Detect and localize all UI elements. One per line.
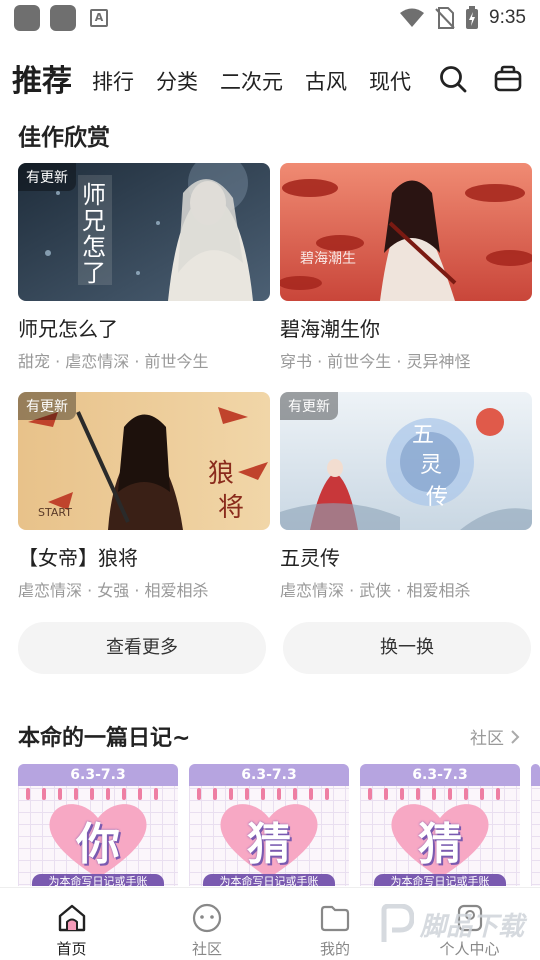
community-icon bbox=[192, 903, 222, 933]
community-link[interactable]: 社区 bbox=[470, 724, 520, 749]
watermark-logo-icon bbox=[381, 904, 414, 942]
binder-rings bbox=[26, 788, 158, 800]
nav-mine-label: 我的 bbox=[319, 940, 350, 958]
book-tags: 穿书 · 前世今生 · 灵异神怪 bbox=[280, 352, 471, 371]
svg-text:传: 传 bbox=[426, 485, 448, 510]
diary-footer: 为本命写日记或手账 bbox=[374, 874, 506, 886]
chevron-right-icon bbox=[511, 729, 520, 744]
svg-text:师: 师 bbox=[82, 181, 106, 209]
diary-date-bar bbox=[531, 764, 540, 786]
watermark-text: 脚品下载 bbox=[420, 911, 525, 942]
home-icon bbox=[58, 904, 85, 932]
tab-recommend[interactable]: 推荐 bbox=[12, 56, 72, 100]
book-card[interactable]: 狼 将 START 有更新 【女帝】狼将 虐恋情深 · 女强 · 相爱相杀 bbox=[18, 392, 270, 601]
diary-date: 6.3-7.3 bbox=[360, 764, 520, 786]
book-title[interactable]: 师兄怎么了 bbox=[18, 313, 270, 342]
tab-ranking[interactable]: 排行 bbox=[92, 66, 134, 96]
book-card[interactable]: 师 兄 怎 了 有更新 师兄怎么了 甜宠 · 虐恋情深 · 前世今生 bbox=[18, 163, 270, 372]
diary-character: 猜 bbox=[418, 819, 462, 870]
binder-rings bbox=[197, 788, 329, 800]
book-title[interactable]: 碧海潮生你 bbox=[280, 313, 532, 342]
diary-date: 6.3-7.3 bbox=[189, 764, 349, 786]
folder-icon bbox=[320, 905, 350, 932]
no-sim-icon bbox=[435, 7, 455, 29]
nav-home-label: 首页 bbox=[56, 940, 87, 958]
tab-anime[interactable]: 二次元 bbox=[220, 66, 283, 96]
app-notification-icon bbox=[50, 5, 76, 31]
svg-text:怎: 怎 bbox=[82, 233, 106, 261]
svg-text:START: START bbox=[38, 506, 72, 519]
nav-community[interactable]: 社区 bbox=[143, 888, 271, 960]
watermark: 脚品下载 bbox=[380, 904, 524, 944]
update-badge: 有更新 bbox=[280, 392, 338, 420]
svg-text:了: 了 bbox=[82, 259, 106, 287]
top-nav: 推荐 排行 分类 二次元 古风 现代 bbox=[0, 52, 540, 104]
nav-community-label: 社区 bbox=[191, 940, 222, 958]
featured-section-title: 佳作欣赏 bbox=[18, 125, 110, 151]
book-cover[interactable]: 碧海潮生 bbox=[280, 163, 532, 301]
wifi-icon bbox=[400, 8, 425, 27]
app-notification-icon bbox=[14, 5, 40, 31]
diary-card[interactable]: 6.3-7.3 猜 为本命写日记或手账 bbox=[360, 764, 520, 886]
battery-charging-icon bbox=[466, 6, 479, 29]
app-a-icon: A bbox=[90, 9, 108, 27]
book-title[interactable]: 【女帝】狼将 bbox=[18, 542, 270, 571]
diary-card-partial[interactable] bbox=[531, 764, 540, 886]
book-cover[interactable]: 五 灵 传 有更新 bbox=[280, 392, 532, 530]
diary-character: 你 bbox=[76, 819, 120, 870]
update-badge: 有更新 bbox=[18, 163, 76, 191]
book-card[interactable]: 碧海潮生 碧海潮生你 穿书 · 前世今生 · 灵异神怪 bbox=[280, 163, 532, 372]
svg-text:五: 五 bbox=[412, 423, 434, 448]
book-cover[interactable]: 师 兄 怎 了 有更新 bbox=[18, 163, 270, 301]
book-cover[interactable]: 狼 将 START 有更新 bbox=[18, 392, 270, 530]
bookshelf-icon[interactable] bbox=[493, 64, 523, 94]
clock: 9:35 bbox=[489, 7, 526, 28]
diary-section-title: 本命的一篇日记~ bbox=[18, 726, 191, 751]
update-badge: 有更新 bbox=[18, 392, 76, 420]
nav-home[interactable]: 首页 bbox=[0, 888, 143, 960]
diary-card[interactable]: 6.3-7.3 猜 为本命写日记或手账 bbox=[189, 764, 349, 886]
tab-ancient[interactable]: 古风 bbox=[305, 66, 347, 96]
cover-illustration: 碧海潮生 bbox=[280, 163, 532, 301]
svg-text:兄: 兄 bbox=[82, 207, 106, 235]
view-more-button[interactable]: 查看更多 bbox=[18, 622, 266, 674]
status-bar: A 9:35 bbox=[0, 0, 540, 36]
book-tags: 虐恋情深 · 武侠 · 相爱相杀 bbox=[280, 581, 471, 600]
diary-card[interactable]: 6.3-7.3 你 为本命写日记或手账 bbox=[18, 764, 178, 886]
community-link-label[interactable]: 社区 bbox=[470, 724, 504, 749]
svg-text:碧海潮生: 碧海潮生 bbox=[300, 251, 356, 267]
book-tags: 甜宠 · 虐恋情深 · 前世今生 bbox=[18, 352, 209, 371]
diary-character: 猜 bbox=[247, 819, 291, 870]
binder-rings bbox=[368, 788, 500, 800]
diary-date: 6.3-7.3 bbox=[18, 764, 178, 786]
book-card[interactable]: 五 灵 传 有更新 五灵传 虐恋情深 · 武侠 · 相爱相杀 bbox=[280, 392, 532, 601]
diary-footer: 为本命写日记或手账 bbox=[32, 874, 164, 886]
svg-text:灵: 灵 bbox=[420, 453, 442, 478]
svg-text:将: 将 bbox=[218, 493, 244, 523]
refresh-button[interactable]: 换一换 bbox=[283, 622, 531, 674]
search-icon[interactable] bbox=[438, 64, 468, 94]
tab-modern[interactable]: 现代 bbox=[369, 66, 411, 96]
book-tags: 虐恋情深 · 女强 · 相爱相杀 bbox=[18, 581, 209, 600]
svg-text:狼: 狼 bbox=[208, 459, 234, 489]
tab-category[interactable]: 分类 bbox=[156, 66, 198, 96]
book-title[interactable]: 五灵传 bbox=[280, 542, 532, 571]
diary-footer: 为本命写日记或手账 bbox=[203, 874, 335, 886]
